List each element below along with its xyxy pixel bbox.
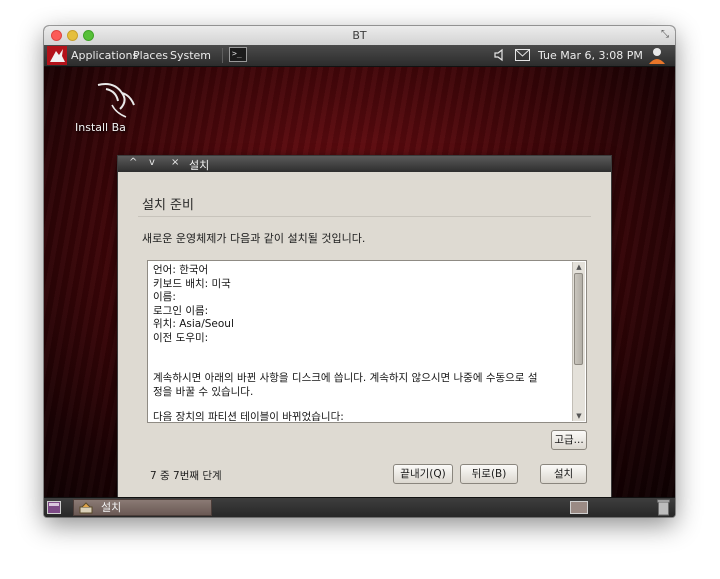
show-desktop-icon[interactable] bbox=[47, 501, 61, 514]
quit-button[interactable]: 끝내기(Q) bbox=[393, 464, 453, 484]
summary-login: 로그인 이름: bbox=[153, 304, 209, 317]
installer-dialog: ^ v × 설치 설치 준비 새로운 운영체제가 다음과 같이 설치될 것입니다… bbox=[117, 155, 612, 509]
dialog-description: 새로운 운영체제가 다음과 같이 설치될 것입니다. bbox=[142, 232, 366, 245]
step-indicator: 7 중 7번째 단계 bbox=[150, 470, 222, 482]
dialog-title: 설치 bbox=[189, 159, 210, 172]
workspace-switcher[interactable] bbox=[570, 501, 588, 514]
heading-divider bbox=[138, 216, 591, 217]
mail-icon[interactable] bbox=[515, 49, 530, 61]
scroll-up-arrow-icon[interactable]: ▲ bbox=[573, 262, 585, 272]
bottom-panel: 설치 bbox=[44, 497, 675, 517]
summary-scrollbar[interactable]: ▲ ▼ bbox=[572, 262, 585, 421]
volume-icon[interactable] bbox=[493, 48, 507, 62]
shade-up-icon[interactable]: ^ bbox=[129, 157, 137, 168]
window-title: BT bbox=[352, 29, 367, 42]
scroll-down-arrow-icon[interactable]: ▼ bbox=[573, 411, 585, 421]
shade-down-icon[interactable]: v bbox=[149, 157, 155, 168]
dialog-close-icon[interactable]: × bbox=[171, 157, 179, 168]
panel-separator bbox=[222, 48, 223, 63]
scroll-thumb[interactable] bbox=[574, 273, 583, 365]
install-summary-textview[interactable]: 언어: 한국어 키보드 배치: 미국 이름: 로그인 이름: 위치: Asia/… bbox=[147, 260, 587, 423]
menu-applications[interactable]: Applications bbox=[71, 49, 138, 62]
resize-icon[interactable]: ⤡ bbox=[661, 29, 669, 40]
taskbar-installer-button[interactable]: 설치 bbox=[73, 499, 212, 516]
dragon-logo-icon[interactable] bbox=[47, 46, 67, 65]
menu-places[interactable]: Places bbox=[133, 49, 168, 62]
install-button[interactable]: 설치 bbox=[540, 464, 587, 484]
dialog-titlebar[interactable]: ^ v × 설치 bbox=[118, 156, 611, 172]
back-button[interactable]: 뒤로(B) bbox=[460, 464, 518, 484]
install-desktop-label[interactable]: Install Ba bbox=[75, 121, 126, 134]
summary-keyboard: 키보드 배치: 미국 bbox=[153, 277, 231, 290]
advanced-button[interactable]: 고급... bbox=[551, 430, 587, 450]
summary-location: 위치: Asia/Seoul bbox=[153, 318, 234, 330]
summary-warning-line-1: 계속하시면 아래의 바뀐 사항을 디스크에 씁니다. 계속하지 않으시면 나중에… bbox=[153, 372, 538, 384]
mac-titlebar[interactable]: BT ⤡ bbox=[44, 26, 675, 46]
summary-partition-line: 다음 장치의 파티션 테이블이 바뀌었습니다: bbox=[153, 411, 344, 421]
summary-name: 이름: bbox=[153, 291, 176, 303]
clock[interactable]: Tue Mar 6, 3:08 PM bbox=[538, 49, 643, 62]
terminal-launcher-icon[interactable]: >_ bbox=[229, 47, 247, 62]
menu-system[interactable]: System bbox=[170, 49, 211, 62]
installer-task-icon bbox=[79, 502, 93, 514]
trash-icon[interactable] bbox=[657, 499, 670, 516]
summary-language: 언어: 한국어 bbox=[153, 264, 209, 276]
summary-text: 언어: 한국어 키보드 배치: 미국 이름: 로그인 이름: 위치: Asia/… bbox=[153, 264, 565, 421]
top-panel: Applications Places System >_ Tue Mar 6,… bbox=[44, 45, 675, 67]
dialog-heading: 설치 준비 bbox=[142, 198, 194, 213]
user-switch-icon[interactable] bbox=[647, 46, 667, 65]
mac-window: BT ⤡ Applications Places System >_ Tue M… bbox=[44, 26, 675, 517]
summary-warning-line-2: 정을 바꿀 수 있습니다. bbox=[153, 385, 254, 398]
desktop: Install Ba ^ v × 설치 설치 준비 새로운 운영체제가 다음과 … bbox=[44, 67, 675, 509]
install-dragon-icon[interactable] bbox=[92, 79, 136, 123]
taskbar-installer-label: 설치 bbox=[101, 501, 122, 514]
summary-migration: 이전 도우미: bbox=[153, 331, 209, 344]
